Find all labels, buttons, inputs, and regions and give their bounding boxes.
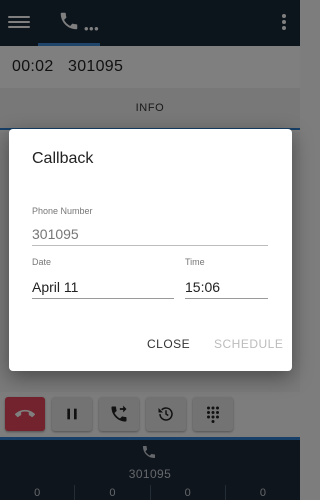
date-field[interactable] — [32, 275, 174, 299]
date-label: Date — [32, 257, 52, 267]
time-label: Time — [185, 257, 205, 267]
phone-number-field[interactable] — [32, 222, 268, 246]
phone-number-label: Phone Number — [32, 206, 93, 216]
schedule-button[interactable]: SCHEDULE — [214, 337, 283, 351]
time-field[interactable] — [185, 275, 268, 299]
close-button[interactable]: CLOSE — [147, 337, 190, 351]
callback-dialog: Callback Phone Number Date Time CLOSE SC… — [9, 129, 292, 371]
dialog-title: Callback — [32, 150, 94, 167]
